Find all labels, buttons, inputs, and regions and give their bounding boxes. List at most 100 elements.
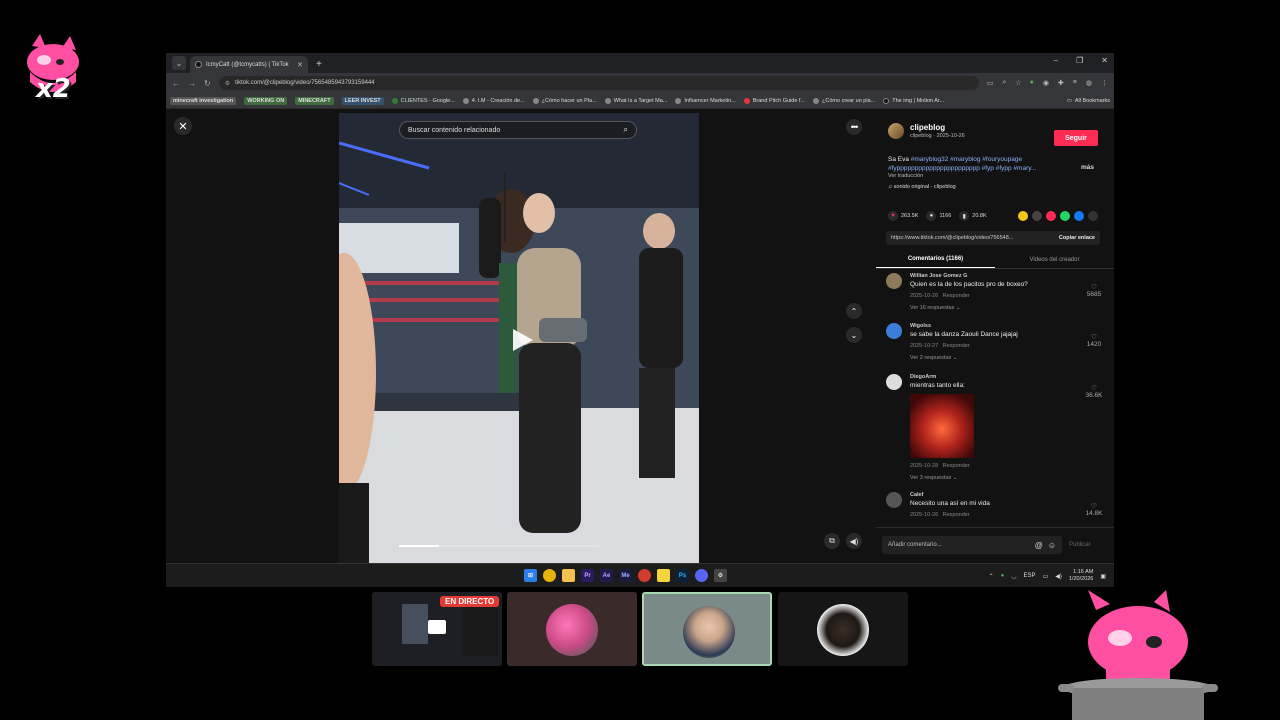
language-indicator[interactable]: ESP bbox=[1024, 573, 1036, 579]
like-stat[interactable]: ♥ 263.5K bbox=[888, 211, 918, 221]
tab-comments[interactable]: Comentarios (1166) bbox=[876, 251, 995, 268]
puzzle-icon[interactable]: ✚ bbox=[1058, 79, 1064, 87]
translate-link[interactable]: Ver traducción bbox=[888, 173, 923, 179]
comment-avatar[interactable] bbox=[886, 323, 902, 339]
comment-like[interactable]: ♡ 14.8K bbox=[1082, 502, 1106, 517]
zoom-icon[interactable]: ⌕ bbox=[1002, 79, 1006, 87]
file-explorer-icon[interactable] bbox=[562, 569, 575, 582]
clock[interactable]: 1:16 AM 1/20/2026 bbox=[1069, 569, 1093, 583]
stream-preview-tile[interactable]: EN DIRECTO bbox=[372, 592, 502, 666]
follow-button[interactable]: Seguir bbox=[1054, 130, 1098, 146]
bookmark-link[interactable]: CLIENTES - Google... bbox=[391, 97, 455, 104]
menu-dots-icon[interactable]: ⋮ bbox=[1101, 79, 1108, 87]
speaker-icon[interactable]: ◀) bbox=[1055, 573, 1062, 580]
premiere-icon[interactable]: Pr bbox=[581, 569, 594, 582]
reading-list-icon[interactable]: ≡ bbox=[1073, 79, 1077, 87]
bookmark-link[interactable]: What Is a Target Ma... bbox=[604, 97, 667, 104]
participant-tile-active[interactable] bbox=[642, 592, 772, 666]
back-icon[interactable]: ← bbox=[172, 79, 180, 88]
close-video-button[interactable]: ✕ bbox=[174, 117, 192, 135]
cast-icon[interactable]: ▭ bbox=[987, 79, 994, 87]
comment-author[interactable]: Willian Jose Gomez G bbox=[910, 273, 967, 279]
desc-hashtags[interactable]: #maryblog32 #maryblog #fouryoupage #fypp… bbox=[888, 156, 1036, 172]
reply-button[interactable]: Responder bbox=[943, 293, 970, 299]
discord-icon[interactable] bbox=[695, 569, 708, 582]
comment-input[interactable]: Añadir comentario... @ ☺ bbox=[882, 536, 1062, 554]
comment-avatar[interactable] bbox=[886, 273, 902, 289]
view-replies-link[interactable]: Ver 16 respuestas ⌄ bbox=[910, 305, 960, 311]
view-replies-link[interactable]: Ver 2 respuestas ⌄ bbox=[910, 355, 957, 361]
pip-icon[interactable]: ⧉ bbox=[824, 533, 840, 549]
mic-icon[interactable]: ● bbox=[1001, 573, 1005, 579]
author-avatar[interactable] bbox=[888, 123, 904, 139]
url-field[interactable]: ⚙ tiktok.com/@clipeblog/video/7565485943… bbox=[218, 76, 979, 90]
reply-button[interactable]: Responder bbox=[943, 463, 970, 469]
tab-active[interactable]: IcmyCatt (@tcmycatts) | TikTok ✕ bbox=[190, 56, 308, 73]
headset-icon[interactable]: ◡ bbox=[1011, 573, 1016, 580]
see-more-link[interactable]: más bbox=[1081, 164, 1094, 171]
author-block[interactable]: clipeblog clipeblog · 2025-10-26 bbox=[888, 123, 965, 139]
mention-icon[interactable]: @ bbox=[1035, 541, 1043, 550]
more-options-button[interactable]: ••• bbox=[846, 119, 862, 135]
bookmark-link[interactable]: ¿Cómo crear un pla... bbox=[813, 97, 875, 104]
coin-icon[interactable] bbox=[1018, 211, 1028, 221]
reply-button[interactable]: Responder bbox=[943, 512, 970, 518]
bookmark-link[interactable]: 4. I.M - Creación de... bbox=[462, 97, 525, 104]
chrome-icon[interactable] bbox=[543, 569, 556, 582]
restore-button[interactable]: ❐ bbox=[1076, 56, 1083, 65]
eye-icon[interactable]: ◉ bbox=[1043, 79, 1049, 87]
comment-image[interactable] bbox=[910, 394, 974, 458]
comment-author[interactable]: DiegoArm bbox=[910, 374, 936, 380]
author-name[interactable]: clipeblog bbox=[910, 123, 965, 132]
tray-chevron-icon[interactable]: ⌃ bbox=[989, 573, 994, 580]
notification-icon[interactable]: ▣ bbox=[1100, 573, 1106, 580]
comment-like[interactable]: ♡ 1420 bbox=[1082, 333, 1106, 348]
volume-icon[interactable]: ◀) bbox=[846, 533, 862, 549]
network-icon[interactable]: ▭ bbox=[1043, 573, 1049, 580]
send-icon[interactable] bbox=[1046, 211, 1056, 221]
tab-close-icon[interactable]: ✕ bbox=[297, 61, 303, 69]
bookmark-link[interactable]: Brand Pitch Guide f... bbox=[743, 97, 805, 104]
comment-author[interactable]: Calef bbox=[910, 492, 923, 498]
comment-like[interactable]: ♡ 36.6K bbox=[1082, 384, 1106, 399]
settings-gear-icon[interactable]: ⚙ bbox=[714, 569, 727, 582]
save-stat[interactable]: ▮ 20.8K bbox=[959, 211, 987, 221]
video-player[interactable]: Buscar contenido relacionado ⌕ 00:04/00:… bbox=[339, 113, 699, 563]
bookmark-folder-2[interactable]: MINECRAFT bbox=[295, 96, 334, 105]
comment-avatar[interactable] bbox=[886, 374, 902, 390]
reply-button[interactable]: Responder bbox=[943, 343, 970, 349]
photoshop-icon[interactable]: Ps bbox=[676, 569, 689, 582]
next-video-button[interactable]: ⌄ bbox=[846, 327, 862, 343]
play-icon[interactable] bbox=[507, 326, 535, 354]
profile-icon[interactable]: ◍ bbox=[1086, 79, 1092, 87]
minimize-button[interactable]: – bbox=[1054, 56, 1058, 65]
bookmark-link[interactable]: ¿Cómo hacer un Pla... bbox=[532, 97, 597, 104]
embed-icon[interactable] bbox=[1032, 211, 1042, 221]
tab-creator-videos[interactable]: Videos del creador bbox=[995, 251, 1114, 268]
bookmark-star-icon[interactable]: ☆ bbox=[1015, 79, 1021, 87]
participant-tile-mascot[interactable] bbox=[507, 592, 637, 666]
publish-button[interactable]: Publicar bbox=[1069, 542, 1091, 548]
related-search-input[interactable]: Buscar contenido relacionado ⌕ bbox=[399, 121, 637, 139]
bookmark-folder-0[interactable]: minecraft investigation bbox=[170, 96, 237, 105]
participant-tile-otter[interactable] bbox=[778, 592, 908, 666]
bookmark-folder-1[interactable]: WORKING ON bbox=[244, 96, 288, 105]
windows-start-icon[interactable]: ⊞ bbox=[524, 569, 537, 582]
bookmark-link[interactable]: The img | Motion Ar... bbox=[883, 97, 944, 104]
copy-link-button[interactable]: Copiar enlace bbox=[1059, 235, 1095, 241]
comment-stat[interactable]: ● 1166 bbox=[926, 211, 951, 221]
site-info-icon[interactable]: ⚙ bbox=[225, 80, 230, 87]
previous-video-button[interactable]: ⌃ bbox=[846, 303, 862, 319]
forward-icon[interactable]: → bbox=[188, 79, 196, 88]
search-icon[interactable]: ⌕ bbox=[624, 125, 628, 135]
bookmark-link[interactable]: Influencer Marketin... bbox=[675, 97, 736, 104]
share-link-text[interactable]: https://www.tiktok.com/@clipeblog/video/… bbox=[891, 235, 1013, 241]
comment-author[interactable]: Wigolss bbox=[910, 323, 931, 329]
tab-search-button[interactable]: ⌄ bbox=[172, 56, 186, 70]
media-encoder-icon[interactable]: Me bbox=[619, 569, 632, 582]
comment-like[interactable]: ♡ 5685 bbox=[1082, 283, 1106, 298]
new-tab-button[interactable]: + bbox=[316, 59, 322, 70]
video-progress-bar[interactable] bbox=[399, 545, 599, 547]
reload-icon[interactable]: ↻ bbox=[204, 79, 211, 88]
sticky-notes-icon[interactable] bbox=[657, 569, 670, 582]
